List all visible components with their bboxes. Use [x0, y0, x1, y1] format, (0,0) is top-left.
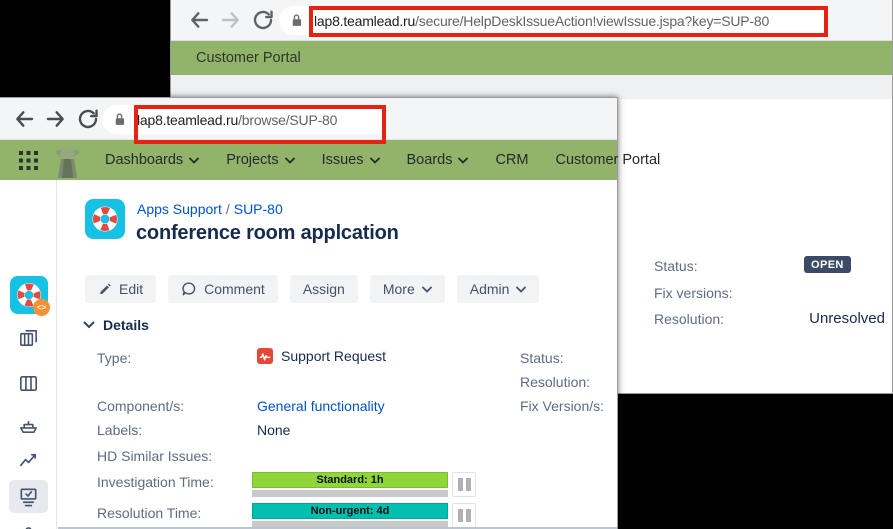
lock-icon [112, 111, 127, 128]
back-arrow-icon[interactable] [187, 8, 211, 32]
project-sidebar: <> [0, 180, 57, 529]
resolution-pause-button[interactable] [452, 503, 476, 528]
investigation-pause-button[interactable] [452, 472, 476, 497]
chevron-down-icon [516, 286, 526, 293]
status-badge: OPEN [804, 256, 851, 273]
status-label: Status: [654, 258, 698, 274]
fix-versions-label: Fix Version/s: [520, 398, 604, 414]
chevron-down-icon [285, 157, 295, 164]
details-section-header[interactable]: Details [103, 317, 149, 333]
front-browser-toolbar: lap8.teamlead.ru/browse/SUP-80 [0, 98, 617, 140]
nav-item-projects[interactable]: Projects [226, 152, 294, 168]
hd-similar-issues-label: HD Similar Issues: [97, 448, 212, 464]
type-label: Type: [97, 350, 131, 366]
resolution-time-sla: Non-urgent: 4d [252, 503, 448, 528]
screenshot-canvas: lap8.teamlead.ru/secure/HelpDeskIssueAct… [0, 0, 893, 529]
resolution-time-label: Resolution Time: [97, 505, 201, 521]
investigation-time-sla: Standard: 1h [252, 472, 448, 497]
reload-icon[interactable] [251, 8, 275, 32]
resolution-label: Resolution: [654, 311, 724, 327]
customer-portal-header-bar: Customer Portal [171, 41, 892, 75]
labels-value: None [257, 422, 290, 438]
reload-icon[interactable] [76, 107, 100, 131]
issue-title: conference room applcation [136, 222, 399, 245]
investigation-sla-track [252, 490, 448, 497]
back-arrow-icon[interactable] [12, 107, 36, 131]
yoda-logo[interactable] [54, 142, 81, 178]
sidebar-queues-icon-selected[interactable] [9, 480, 48, 513]
investigation-sla-bar: Standard: 1h [252, 472, 448, 488]
back-url-bar[interactable]: lap8.teamlead.ru/secure/HelpDeskIssueAct… [279, 6, 828, 35]
sidebar-releases-icon[interactable] [17, 414, 40, 437]
chevron-down-icon [422, 286, 432, 293]
more-button[interactable]: More [370, 275, 445, 303]
resolution-value: Unresolved [809, 310, 885, 327]
resolution-label: Resolution: [520, 374, 590, 390]
project-avatar[interactable]: <> [10, 276, 48, 319]
app-switcher-icon[interactable] [19, 151, 38, 170]
nav-item-crm[interactable]: CRM [495, 152, 528, 168]
back-browser-toolbar: lap8.teamlead.ru/secure/HelpDeskIssueAct… [171, 0, 892, 41]
breadcrumb-project-link[interactable]: Apps Support [137, 201, 222, 217]
forward-arrow-icon[interactable] [219, 8, 243, 32]
sidebar-backlog-icon[interactable] [17, 326, 40, 349]
edit-button[interactable]: Edit [85, 275, 156, 303]
breadcrumb: Apps Support/SUP-80 [137, 201, 283, 219]
components-label: Component/s: [97, 398, 184, 414]
chevron-down-icon [458, 157, 468, 164]
breadcrumb-separator: / [226, 201, 230, 217]
front-url-bar[interactable]: lap8.teamlead.ru/browse/SUP-80 [102, 105, 386, 134]
issue-project-avatar [85, 199, 125, 239]
details-collapse-chevron[interactable] [83, 321, 95, 329]
chevron-down-icon [370, 157, 380, 164]
breadcrumb-issue-link[interactable]: SUP-80 [234, 201, 283, 217]
lock-icon [289, 12, 304, 29]
support-request-type-icon [257, 348, 273, 364]
nav-item-issues[interactable]: Issues [322, 152, 380, 168]
resolution-sla-bar: Non-urgent: 4d [252, 503, 448, 519]
issue-action-buttons: Edit Comment Assign More Admin [85, 275, 539, 303]
customer-portal-title: Customer Portal [196, 50, 301, 66]
assign-button[interactable]: Assign [290, 275, 358, 303]
nav-item-dashboards[interactable]: Dashboards [105, 152, 199, 168]
front-url-text[interactable]: lap8.teamlead.ru/browse/SUP-80 [137, 112, 337, 128]
fix-versions-label: Fix versions: [654, 285, 733, 301]
chevron-down-icon [189, 157, 199, 164]
dev-badge-icon: <> [33, 299, 50, 316]
nav-item-customer-portal[interactable]: Customer Portal [555, 152, 660, 168]
nav-item-boards[interactable]: Boards [407, 152, 469, 168]
labels-label: Labels: [97, 422, 142, 438]
front-browser-window: lap8.teamlead.ru/browse/SUP-80 Dashboard… [0, 97, 618, 529]
jira-top-nav: Dashboards Projects Issues Boards CRM Cu… [0, 140, 617, 180]
comment-button[interactable]: Comment [168, 275, 278, 303]
back-url-text[interactable]: lap8.teamlead.ru/secure/HelpDeskIssueAct… [314, 13, 769, 29]
sidebar-board-icon[interactable] [17, 372, 40, 395]
investigation-time-label: Investigation Time: [97, 474, 214, 490]
speech-bubble-icon [181, 281, 197, 297]
portal-subheader-strip [171, 75, 892, 99]
admin-button[interactable]: Admin [457, 275, 540, 303]
type-value: Support Request [257, 348, 386, 364]
pencil-icon [98, 282, 112, 296]
forward-arrow-icon[interactable] [44, 107, 68, 131]
sidebar-reports-icon[interactable] [17, 449, 40, 472]
status-label: Status: [520, 350, 564, 366]
components-value-link[interactable]: General functionality [257, 398, 385, 414]
